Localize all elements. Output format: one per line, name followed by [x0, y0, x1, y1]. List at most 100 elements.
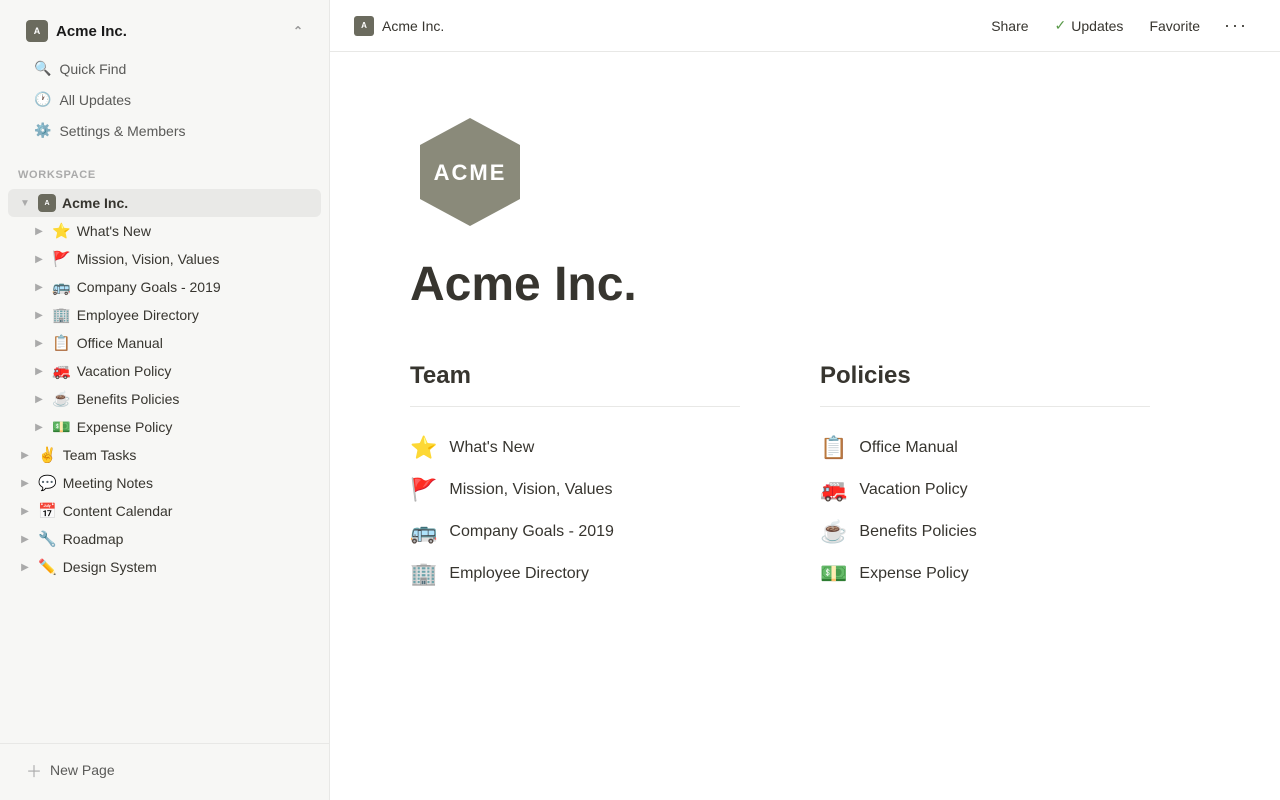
sidebar-item-mission-label: Mission, Vision, Values	[77, 251, 220, 267]
sidebar-item-company-goals-label: Company Goals - 2019	[77, 279, 221, 295]
sidebar-tree: ▼ A Acme Inc. ▶ ⭐ What's New ▶ 🚩 Mission…	[0, 185, 329, 743]
sidebar-item-company-goals[interactable]: ▶ 🚌 Company Goals - 2019	[8, 273, 321, 301]
new-page-button[interactable]: ＋ New Page	[16, 752, 313, 788]
favorite-button[interactable]: Favorite	[1139, 13, 1210, 39]
sidebar-item-vacation-policy[interactable]: ▶ 🚒 Vacation Policy	[8, 357, 321, 385]
acme-logo-small: A	[38, 194, 56, 212]
policy-link-vacation[interactable]: 🚒 Vacation Policy	[820, 469, 1150, 511]
topbar: A Acme Inc. Share ✓ Updates Favorite ···	[330, 0, 1280, 52]
plus-icon: ＋	[26, 758, 42, 782]
star-emoji: ⭐	[410, 435, 437, 461]
policy-link-expense[interactable]: 💵 Expense Policy	[820, 553, 1150, 595]
search-icon: 🔍	[34, 60, 51, 77]
team-link-employee-dir[interactable]: 🏢 Employee Directory	[410, 553, 740, 595]
arrow-acme-root: ▼	[18, 198, 32, 209]
sidebar-item-employee-dir-label: Employee Directory	[77, 307, 199, 323]
arrow-benefits: ▶	[32, 394, 46, 405]
clock-icon: 🕐	[34, 91, 51, 108]
policies-heading: Policies	[820, 362, 1150, 390]
sidebar-item-expense[interactable]: ▶ 💵 Expense Policy	[8, 413, 321, 441]
pencil-icon: ✏️	[38, 558, 57, 576]
acme-logo: ACME	[410, 112, 530, 232]
sidebar-item-benefits-label: Benefits Policies	[77, 391, 180, 407]
policies-divider	[820, 406, 1150, 407]
flag-icon: 🚩	[52, 250, 71, 268]
arrow-expense: ▶	[32, 422, 46, 433]
sidebar-item-office-manual[interactable]: ▶ 📋 Office Manual	[8, 329, 321, 357]
main-content: A Acme Inc. Share ✓ Updates Favorite ···…	[330, 0, 1280, 800]
team-heading: Team	[410, 362, 740, 390]
sidebar-item-office-manual-label: Office Manual	[77, 335, 163, 351]
sidebar-item-content-cal[interactable]: ▶ 📅 Content Calendar	[8, 497, 321, 525]
nav-settings[interactable]: ⚙️ Settings & Members	[24, 116, 305, 145]
nav-all-updates[interactable]: 🕐 All Updates	[24, 85, 305, 114]
workspace-name: Acme Inc.	[56, 23, 127, 40]
sidebar-item-acme-root[interactable]: ▼ A Acme Inc.	[8, 189, 321, 217]
arrow-roadmap: ▶	[18, 534, 32, 545]
sidebar-item-design-sys[interactable]: ▶ ✏️ Design System	[8, 553, 321, 581]
sidebar-item-team-tasks[interactable]: ▶ ✌️ Team Tasks	[8, 441, 321, 469]
bus-emoji: 🚌	[410, 519, 437, 545]
building-emoji: 🏢	[410, 561, 437, 587]
sidebar-item-acme-root-label: Acme Inc.	[62, 195, 128, 211]
flag-emoji: 🚩	[410, 477, 437, 503]
policy-link-office-manual[interactable]: 📋 Office Manual	[820, 427, 1150, 469]
team-link-whats-new[interactable]: ⭐ What's New	[410, 427, 740, 469]
sidebar-item-mission[interactable]: ▶ 🚩 Mission, Vision, Values	[8, 245, 321, 273]
star-icon: ⭐	[52, 222, 71, 240]
money-emoji: 💵	[820, 561, 847, 587]
sidebar-item-meeting-notes-label: Meeting Notes	[63, 475, 153, 491]
sidebar-item-vacation-policy-label: Vacation Policy	[77, 363, 172, 379]
arrow-office-manual: ▶	[32, 338, 46, 349]
money-icon: 💵	[52, 418, 71, 436]
arrow-employee-dir: ▶	[32, 310, 46, 321]
policy-link-office-manual-label: Office Manual	[859, 439, 957, 457]
sidebar-top: A Acme Inc. ⌃ 🔍 Quick Find 🕐 All Updates…	[0, 0, 329, 157]
team-column: Team ⭐ What's New 🚩 Mission, Vision, Val…	[410, 362, 740, 595]
team-link-mission-label: Mission, Vision, Values	[449, 481, 612, 499]
nav-quick-find[interactable]: 🔍 Quick Find	[24, 54, 305, 83]
arrow-team-tasks: ▶	[18, 450, 32, 461]
nav-all-updates-label: All Updates	[59, 92, 131, 108]
team-link-company-goals-label: Company Goals - 2019	[449, 523, 614, 541]
checkmark-icon: ✓	[1055, 17, 1067, 34]
sidebar-item-whats-new[interactable]: ▶ ⭐ What's New	[8, 217, 321, 245]
sidebar-item-team-tasks-label: Team Tasks	[63, 447, 137, 463]
sidebar-item-design-sys-label: Design System	[63, 559, 157, 575]
policy-link-benefits-label: Benefits Policies	[859, 523, 976, 541]
policy-link-benefits[interactable]: ☕ Benefits Policies	[820, 511, 1150, 553]
page-body: ACME Acme Inc. Team ⭐ What's New 🚩 Missi…	[330, 52, 1230, 655]
team-link-mission[interactable]: 🚩 Mission, Vision, Values	[410, 469, 740, 511]
team-link-whats-new-label: What's New	[449, 439, 534, 457]
firetruck-icon: 🚒	[52, 362, 71, 380]
updates-button[interactable]: ✓ Updates	[1045, 12, 1134, 39]
bus-icon: 🚌	[52, 278, 71, 296]
coffee-emoji: ☕	[820, 519, 847, 545]
chevron-icon: ⌃	[293, 24, 303, 38]
calendar-icon: 📅	[38, 502, 57, 520]
sidebar-footer: ＋ New Page	[0, 743, 329, 800]
sidebar-item-meeting-notes[interactable]: ▶ 💬 Meeting Notes	[8, 469, 321, 497]
sidebar-item-roadmap[interactable]: ▶ 🔧 Roadmap	[8, 525, 321, 553]
policy-link-vacation-label: Vacation Policy	[859, 481, 967, 499]
nav-quick-find-label: Quick Find	[59, 61, 126, 77]
settings-icon: ⚙️	[34, 122, 51, 139]
team-link-company-goals[interactable]: 🚌 Company Goals - 2019	[410, 511, 740, 553]
sidebar-item-whats-new-label: What's New	[77, 223, 151, 239]
arrow-design-sys: ▶	[18, 562, 32, 573]
sidebar-item-employee-dir[interactable]: ▶ 🏢 Employee Directory	[8, 301, 321, 329]
arrow-meeting-notes: ▶	[18, 478, 32, 489]
wrench-icon: 🔧	[38, 530, 57, 548]
more-options-button[interactable]: ···	[1216, 10, 1256, 41]
peace-icon: ✌️	[38, 446, 57, 464]
share-button[interactable]: Share	[981, 13, 1038, 39]
clipboard-emoji: 📋	[820, 435, 847, 461]
sidebar-item-expense-label: Expense Policy	[77, 419, 173, 435]
page-title: Acme Inc.	[410, 256, 1150, 314]
policy-link-expense-label: Expense Policy	[859, 565, 968, 583]
sidebar-item-benefits[interactable]: ▶ ☕ Benefits Policies	[8, 385, 321, 413]
updates-label: Updates	[1071, 18, 1123, 34]
topbar-title: Acme Inc.	[382, 18, 444, 34]
coffee-icon: ☕	[52, 390, 71, 408]
workspace-title[interactable]: A Acme Inc. ⌃	[16, 12, 313, 50]
